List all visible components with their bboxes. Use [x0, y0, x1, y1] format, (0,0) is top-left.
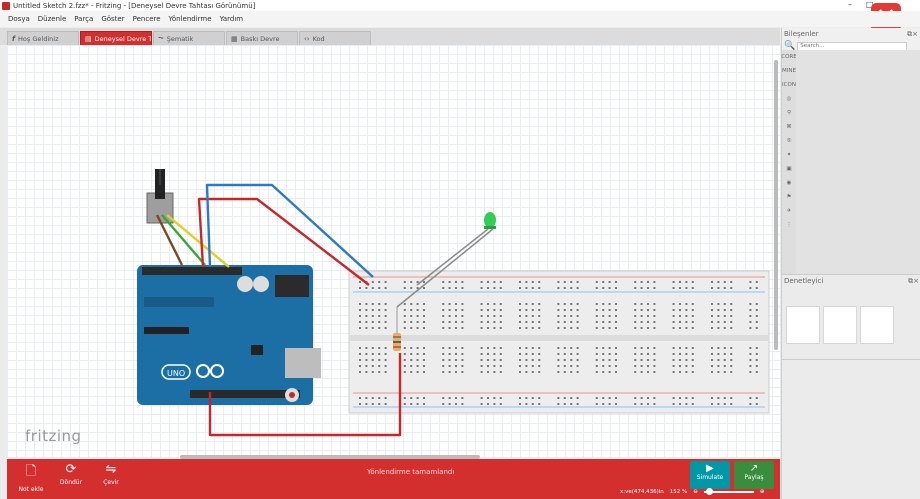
bin-sparkfun-icon[interactable]: ✦ [782, 148, 796, 162]
menu-duzenle[interactable]: Düzenle [38, 15, 67, 23]
inspector-divider [782, 359, 920, 360]
bin-mine-icon[interactable]: MINE [782, 64, 796, 78]
inspector-title: Denetleyici [784, 277, 824, 285]
window-title: Untitled Sketch 2.fzz* - Fritzing - [Den… [13, 1, 256, 10]
breadboard-icon: ▤ [85, 34, 92, 43]
tab-label: Hoş Geldiniz [18, 34, 59, 43]
bin-seeed-icon[interactable]: ⑤ [782, 134, 796, 148]
parts-bin-strip: CORE MINE ICON ◎ ⚲ ⌘ ⑤ ✦ ▣ ◉ ⚑ ✈ ⋮ [781, 50, 797, 298]
bin-circle-icon[interactable]: ◎ [782, 92, 796, 106]
play-icon: ▶ [706, 463, 714, 474]
parts-panel-title: Bileşenler [784, 30, 819, 38]
menu-pencere[interactable]: Pencere [133, 15, 161, 23]
menu-parca[interactable]: Parça [74, 15, 93, 23]
tab-label: Baskı Devre [240, 34, 280, 43]
view-tabs: f Hoş Geldiniz ▤ Deneysel Devre Tahtası … [0, 28, 780, 45]
panel-float-icon[interactable]: ⧉× [907, 30, 918, 39]
bin-flag-icon[interactable]: ⚑ [782, 190, 796, 204]
bin-more-icon[interactable]: ⋮ [782, 218, 796, 232]
inspector-float-icon[interactable]: ⧉× [908, 277, 919, 286]
minimize-button[interactable]: – [848, 0, 852, 9]
flip-button[interactable]: ⇋ Çevir [91, 459, 131, 499]
breadboard[interactable] [348, 270, 770, 414]
window-titlebar: Untitled Sketch 2.fzz* - Fritzing - [Den… [0, 0, 920, 11]
breadboard-canvas[interactable]: UNO fritzing [7, 45, 780, 457]
add-note-button[interactable]: 🗋 Not ekle [11, 459, 51, 499]
inspector-panel: Denetleyici ⧉× [782, 274, 920, 499]
breadboard-preview [786, 306, 820, 344]
tab-schematic[interactable]: ⏦ Şematik [153, 31, 225, 45]
bin-snootlab-icon[interactable]: ◉ [782, 176, 796, 190]
f-logo-icon: f [12, 34, 16, 43]
simulate-button[interactable]: ▶ Simulate [690, 461, 730, 489]
bin-bird-icon[interactable]: ✈ [782, 204, 796, 218]
menu-goster[interactable]: Göster [101, 15, 124, 23]
pcb-preview [860, 306, 894, 344]
rotate-button[interactable]: ⟳ Döndür [51, 459, 91, 499]
arduino-uno-board[interactable]: UNO [137, 265, 321, 405]
status-footer: x:ve(474,436)in 152 % ⊖ ⊕ [620, 488, 765, 495]
bin-arduino-icon[interactable]: ⌘ [782, 120, 796, 134]
tab-label: Kod [312, 34, 325, 43]
bin-icon-icon[interactable]: ICON [782, 78, 796, 92]
pcb-icon: ▦ [231, 34, 238, 43]
menu-dosya[interactable]: Dosya [8, 15, 30, 23]
schematic-icon: ⏦ [158, 34, 164, 42]
cursor-coords: x:ve(474,436)in [620, 489, 664, 495]
share-button[interactable]: ↗ Paylaş [734, 461, 774, 489]
canvas-vertical-scrollbar[interactable] [774, 60, 778, 350]
flip-icon: ⇋ [105, 462, 117, 477]
schematic-preview [823, 306, 857, 344]
circuit-drawing: UNO [137, 169, 770, 437]
bin-pin-icon[interactable]: ⚲ [782, 106, 796, 120]
bin-mbed-icon[interactable]: ▣ [782, 162, 796, 176]
tab-label: Deneysel Devre Tahtası [94, 34, 152, 43]
add-note-label: Not ekle [18, 486, 44, 493]
share-icon: ↗ [749, 463, 759, 474]
simulate-label: Simulate [696, 474, 724, 481]
zoom-level: 152 % [669, 489, 688, 495]
right-panel: Bileşenler ⧉× 🔍 CORE MINE ICON ◎ ⚲ ⌘ ⑤ ✦… [781, 28, 920, 499]
inspector-previews [782, 288, 920, 344]
zoom-in-icon[interactable]: ⊕ [760, 489, 765, 495]
rotate-icon: ⟳ [65, 462, 77, 477]
tab-code[interactable]: ‹› Kod [299, 31, 371, 45]
code-icon: ‹› [304, 34, 310, 43]
menu-bar: Dosya Düzenle Parça Göster Pencere Yönle… [0, 11, 920, 27]
status-text: Yönlendirme tamamlandı [367, 468, 455, 476]
arduino-label: UNO [167, 369, 185, 378]
zoom-out-icon[interactable]: ⊖ [693, 489, 698, 495]
zoom-slider[interactable] [703, 488, 754, 495]
tab-welcome[interactable]: f Hoş Geldiniz [7, 31, 79, 45]
parts-bin-content [796, 50, 920, 298]
tab-label: Şematik [166, 34, 194, 43]
app-icon [2, 1, 10, 10]
share-label: Paylaş [744, 474, 764, 481]
note-icon: 🗋 [25, 464, 37, 479]
tab-breadboard[interactable]: ▤ Deneysel Devre Tahtası [80, 31, 152, 45]
bin-core-icon[interactable]: CORE [781, 50, 796, 64]
inspector-header: Denetleyici ⧉× [782, 275, 920, 288]
potentiometer[interactable] [146, 169, 174, 224]
menu-yardim[interactable]: Yardım [220, 15, 244, 23]
menu-yonlendirme[interactable]: Yönlendirme [169, 15, 212, 23]
flip-label: Çevir [103, 479, 119, 486]
fritzing-watermark: fritzing [25, 427, 82, 445]
tab-pcb[interactable]: ▦ Baskı Devre [226, 31, 298, 45]
rotate-label: Döndür [59, 479, 83, 486]
parts-panel-header: Bileşenler ⧉× [782, 28, 920, 41]
